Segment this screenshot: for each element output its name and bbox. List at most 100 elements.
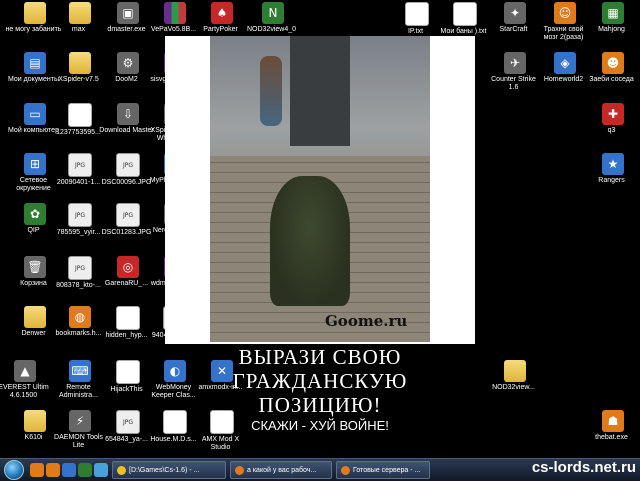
desktop-icon-1237753595[interactable]: 1237753595... (55, 103, 105, 137)
desktop-icon-nod32view4[interactable]: N NOD32view4_0 (247, 2, 298, 34)
desktop-icon-label: PartyPoker (203, 26, 238, 33)
window-app-icon (117, 465, 126, 475)
windows-orb-icon (4, 460, 24, 480)
desktop-icon-label: thebat.exe (595, 434, 628, 441)
desktop-icon-label: NOD32view... (492, 384, 535, 391)
hidden-hyp-icon: ? (116, 306, 140, 330)
dmaster-icon: ▣ (117, 2, 139, 24)
desktop-icon-label: Rangers (598, 177, 625, 184)
photo-child (260, 56, 282, 126)
site-watermark: cs-lords.net.ru (531, 459, 636, 476)
desktop-icon-daemon-tools[interactable]: ⚡ DAEMON Tools Lite (54, 410, 105, 450)
desktop-icon-zaebi-soseda[interactable]: ☻ Заеби соседа (588, 52, 638, 84)
desktop-icon-label: StarCraft (499, 26, 528, 33)
bookmarks-icon: ◍ (69, 306, 91, 328)
desktop-icon-setevoe-okruzhenie[interactable]: ⊞ Сетевое окружение (10, 153, 60, 193)
slogan-line-3: ПОЗИЦИЮ! (258, 393, 382, 417)
808378-icon: JPG (68, 256, 92, 280)
counter-strike-icon: ✈ (504, 52, 526, 74)
taskbar-window-button[interactable]: Готовые сервера - ... (336, 461, 430, 479)
desktop-icon-785595[interactable]: JPG 785595_vyir... (55, 203, 105, 237)
moi-bany-icon (453, 2, 477, 26)
zaebi-soseda-icon: ☻ (602, 52, 624, 74)
desktop-icon-xspider[interactable]: XSpider-v7.5 (55, 52, 105, 84)
slogan-line-2: ГРАЖДАНСКУЮ (232, 369, 408, 393)
firefox-quicklaunch-icon[interactable] (30, 463, 44, 477)
desktop-icon-rangers[interactable]: ★ Rangers (588, 153, 638, 185)
desktop-icon-bookmarks[interactable]: ◍ bookmarks.h... (55, 306, 105, 338)
daemon-tools-icon: ⚡ (69, 410, 91, 432)
poster-slogan: ВЫРАЗИ СВОЮ ГРАЖДАНСКУЮ ПОЗИЦИЮ! СКАЖИ -… (165, 345, 475, 435)
browser-quicklaunch-icon[interactable] (46, 463, 60, 477)
desktop-icon-counter-strike[interactable]: ✈ Counter Strike 1.6 (490, 52, 540, 92)
654843-icon: JPG (116, 410, 140, 434)
1237753595-icon (68, 103, 92, 127)
desktop-icon-label: NOD32view4_0 (246, 26, 297, 33)
desktop-icon-label: Counter Strike 1.6 (491, 76, 536, 91)
taskbar-window-title: а какой у вас рабоч... (247, 466, 317, 474)
remote-admin-icon: ⌨ (69, 360, 91, 382)
window-app-icon (341, 465, 350, 475)
download-master-icon: ⇩ (117, 103, 139, 125)
ne-mogu-zabanit-icon (24, 2, 46, 24)
garena-icon: ◎ (117, 256, 139, 278)
desktop-icon-partypoker[interactable]: ♠ PartyPoker (197, 2, 247, 34)
motivational-poster: Goome.ru (165, 36, 475, 344)
desktop-icon-everest[interactable]: ▲ EVEREST Ultim 4.6.1500 (0, 360, 50, 400)
desktop-icon-moi-bany[interactable]: Мои баны ).txt (440, 2, 490, 36)
explorer-quicklaunch-icon[interactable] (62, 463, 76, 477)
mahjong-icon: ▦ (602, 2, 624, 24)
trahni-mozg-icon: ☺ (554, 2, 576, 24)
doom2-icon: ⚙ (117, 52, 139, 74)
desktop-icon-808378[interactable]: JPG 808378_kto-... (55, 256, 105, 290)
desktop-icon-ip-txt[interactable]: IP.txt (392, 2, 442, 36)
desktop: не могу забанить max ▣ dmaster.exe VePaVo5.8… (0, 0, 640, 458)
vepavo-icon (164, 2, 186, 24)
desktop-icon-label: EVEREST Ultim 4.6.1500 (0, 384, 49, 399)
q3-icon: ✚ (602, 103, 624, 125)
qip-icon: ✿ (24, 203, 46, 225)
desktop-icon-q3[interactable]: ✚ q3 (588, 103, 638, 135)
photo-soldier (270, 176, 350, 306)
taskbar-buttons: [D:\Games\Cs-1.6) - ... а какой у вас раб… (108, 461, 430, 479)
nod32view4-icon: N (262, 2, 284, 24)
starcraft-icon: ✦ (504, 2, 526, 24)
desktop-icon-starcraft[interactable]: ✦ StarCraft (490, 2, 540, 34)
785595-icon: JPG (68, 203, 92, 227)
desktop-icon-label: Mahjong (598, 26, 625, 33)
everest-icon: ▲ (14, 360, 36, 382)
taskbar-window-button[interactable]: а какой у вас рабоч... (230, 461, 332, 479)
hijackthis-icon (116, 360, 140, 384)
moi-kompyuter-icon: ▭ (24, 103, 46, 125)
media-quicklaunch-icon[interactable] (94, 463, 108, 477)
dsc00096-icon: JPG (116, 153, 140, 177)
desktop-icon-homeworld2[interactable]: ◈ Homeworld2 (540, 52, 590, 84)
photo-window (290, 36, 350, 146)
desktop-icon-20090401[interactable]: JPG 20090401-1... (55, 153, 105, 187)
slogan-line-1: ВЫРАЗИ СВОЮ (238, 345, 402, 369)
desktop-icon-max[interactable]: max (55, 2, 105, 34)
desktop-icon-nod32view3[interactable]: NOD32view... (490, 360, 540, 392)
desktop-icon-label: AMX Mod X Studio (201, 436, 240, 451)
desktop-icon-remote-admin[interactable]: ⌨ Remote Administra... (55, 360, 105, 400)
desktop-icon-label: Заеби соседа (589, 76, 634, 83)
window-app-icon (235, 465, 244, 475)
rangers-icon: ★ (602, 153, 624, 175)
slogan-line-4: СКАЖИ - ХУЙ ВОЙНЕ! (251, 418, 389, 433)
desktop-icon-mahjong[interactable]: ▦ Mahjong (588, 2, 638, 34)
qip-quicklaunch-icon[interactable] (78, 463, 92, 477)
desktop-icon-trahni-mozg[interactable]: ☺ Трахни свой мозг 2(раза) (540, 2, 590, 42)
photo-caption: Goome.ru (325, 312, 408, 330)
ip-txt-icon (405, 2, 429, 26)
desktop-icon-label: Мои баны ).txt (440, 28, 487, 35)
desktop-icon-thebat[interactable]: ☗ thebat.exe (588, 410, 638, 442)
taskbar-window-title: Готовые сервера - ... (353, 466, 421, 474)
partypoker-icon: ♠ (211, 2, 233, 24)
taskbar-window-button[interactable]: [D:\Games\Cs-1.6) - ... (112, 461, 226, 479)
korzina-icon: 🗑 (24, 256, 46, 278)
denwer-icon (24, 306, 46, 328)
poster-photo (210, 36, 430, 342)
start-button[interactable] (0, 459, 28, 481)
nod32view3-icon (504, 360, 526, 382)
k610i-icon (24, 410, 46, 432)
